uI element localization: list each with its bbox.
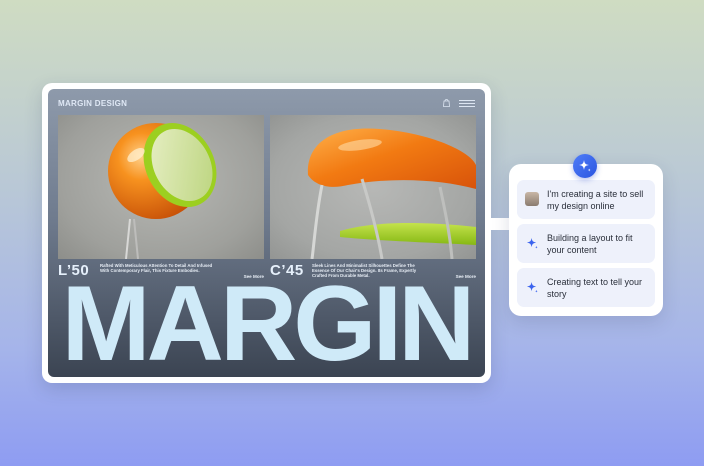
ai-sparkle-badge[interactable]	[573, 154, 597, 178]
chat-message-text: I'm creating a site to sell my design on…	[547, 189, 644, 211]
user-avatar	[525, 192, 539, 206]
header-icons	[442, 94, 475, 112]
website-preview-frame: MARGIN DESIGN L’50 Rafted With Meticulou…	[42, 83, 491, 383]
chat-message-user: I'm creating a site to sell my design on…	[517, 180, 655, 219]
orange-shell-chair-illustration	[307, 128, 476, 259]
bag-icon[interactable]	[442, 94, 451, 112]
panel-connector	[491, 218, 511, 230]
sparkle-icon	[579, 160, 591, 172]
sparkle-icon	[525, 280, 539, 294]
orange-globe-lamp-illustration	[108, 122, 217, 259]
product-image-lamp[interactable]	[58, 115, 264, 259]
sparkle-icon	[525, 236, 539, 250]
chat-message-text: Creating text to tell your story	[547, 277, 643, 299]
chat-message-text: Building a layout to fit your content	[547, 233, 633, 255]
website-preview: MARGIN DESIGN L’50 Rafted With Meticulou…	[48, 89, 485, 377]
site-brand[interactable]: MARGIN DESIGN	[58, 99, 127, 108]
site-header: MARGIN DESIGN	[58, 95, 475, 111]
menu-icon[interactable]	[459, 99, 475, 107]
chat-message-ai: Building a layout to fit your content	[517, 224, 655, 263]
chat-message-ai: Creating text to tell your story	[517, 268, 655, 307]
hero-headline: MARGIN	[61, 263, 476, 377]
product-image-chair[interactable]	[270, 115, 476, 259]
ai-assistant-panel: I'm creating a site to sell my design on…	[509, 164, 663, 316]
